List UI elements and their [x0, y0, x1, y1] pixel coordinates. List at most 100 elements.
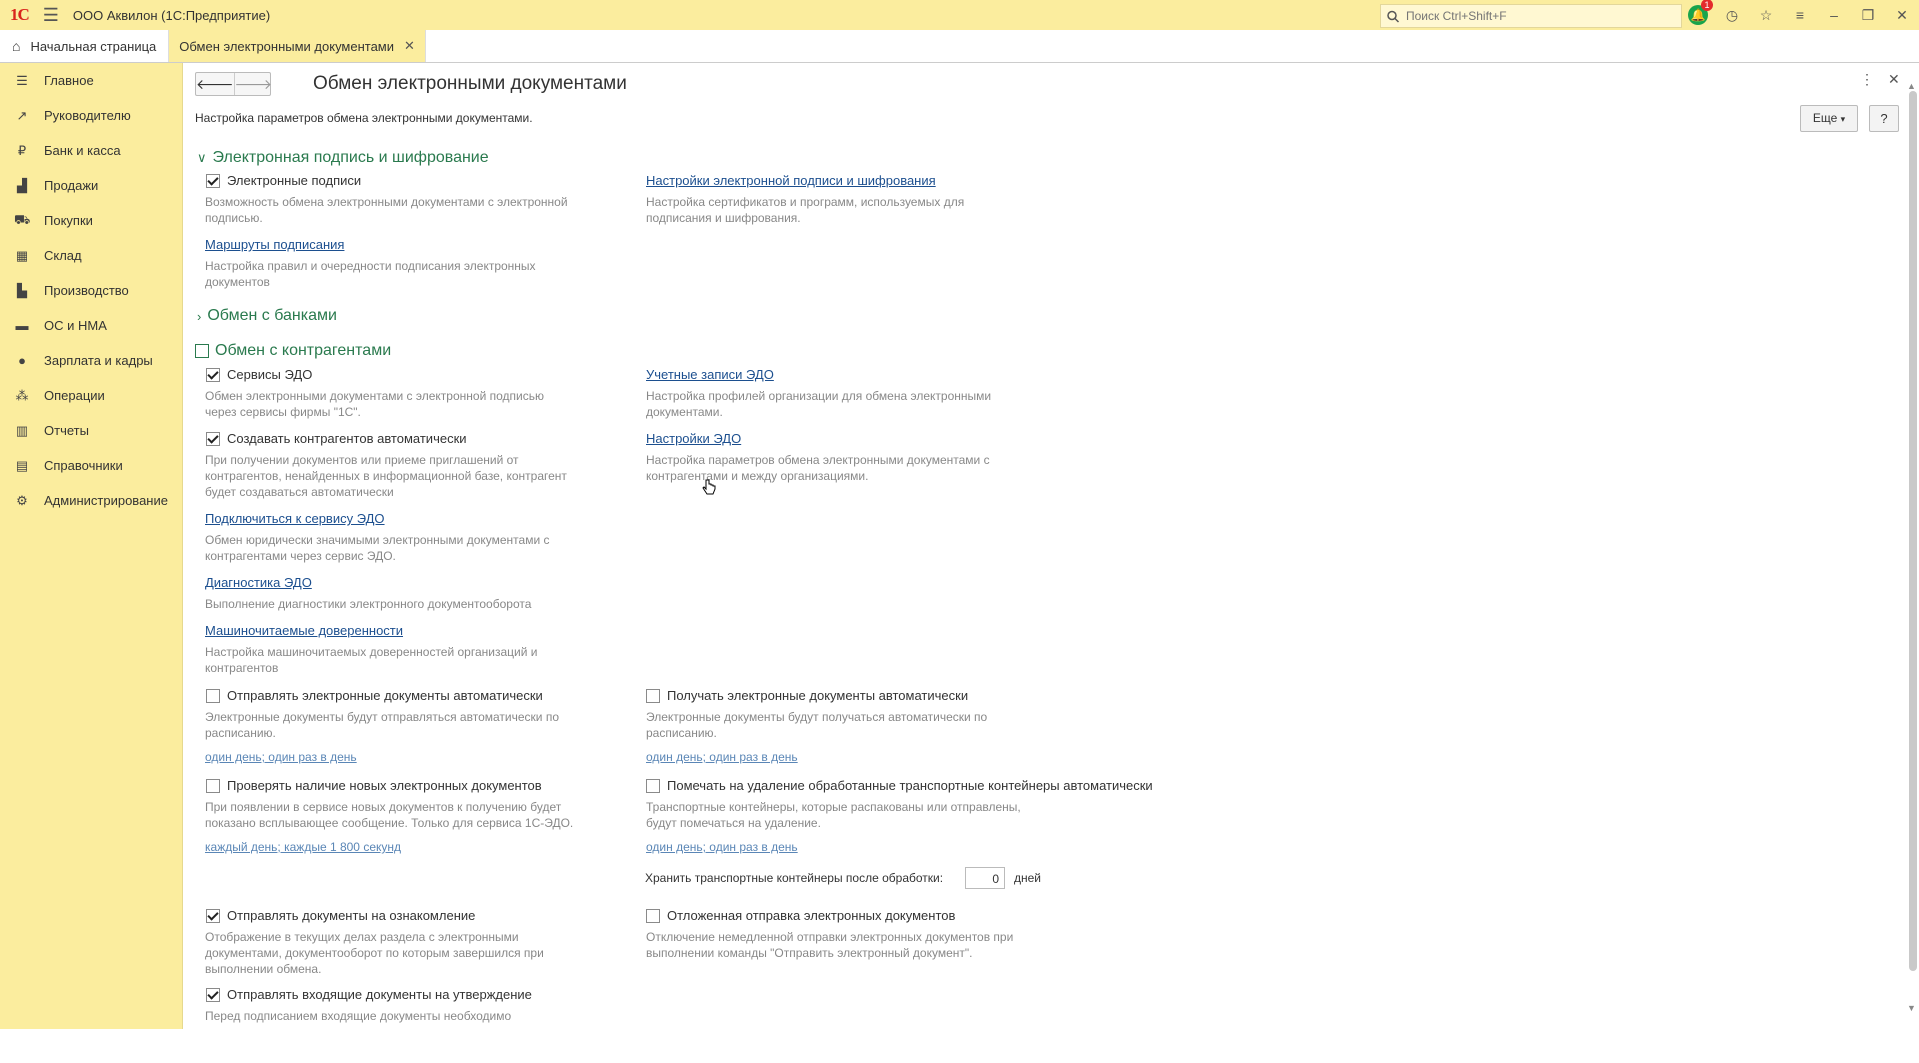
checkbox-receive-auto[interactable]: Получать электронные документы автоматич… — [646, 688, 968, 703]
checkbox-send-review[interactable]: Отправлять документы на ознакомление — [206, 908, 475, 923]
checkbox-edo-services[interactable]: Сервисы ЭДО — [206, 367, 312, 382]
checkbox-mark-delete[interactable]: Помечать на удаление обработанные трансп… — [646, 778, 1153, 793]
favorites-icon[interactable]: ☆ — [1749, 7, 1783, 24]
sidebar-item-manager[interactable]: ↗ Руководителю — [0, 98, 182, 133]
link-mark-delete-schedule[interactable]: один день; один раз в день — [646, 840, 798, 854]
checkbox-create-counterparties[interactable]: Создавать контрагентов автоматически — [206, 431, 467, 446]
chevron-right-icon: › — [197, 308, 202, 324]
checkbox-send-approval[interactable]: Отправлять входящие документы на утвержд… — [206, 987, 532, 1002]
sidebar-item-production[interactable]: ▙ Производство — [0, 273, 182, 308]
sidebar-item-bank[interactable]: ₽ Банк и касса — [0, 133, 182, 168]
forward-arrow-icon[interactable]: 🡒 — [233, 73, 272, 95]
book-icon: ▤ — [15, 457, 29, 473]
close-form-icon[interactable]: ✕ — [1888, 71, 1900, 88]
checkbox-box[interactable] — [206, 367, 220, 382]
hint-line: будут помечаться на удаление. — [646, 816, 821, 830]
tab-home[interactable]: ⌂ Начальная страница — [0, 30, 170, 62]
sidebar-item-main[interactable]: ☰ Главное — [0, 63, 182, 98]
checkbox-box[interactable] — [206, 431, 220, 446]
sidebar-item-assets[interactable]: ▬ ОС и НМА — [0, 308, 182, 343]
checkbox-label: Сервисы ЭДО — [227, 367, 313, 382]
notifications-button[interactable]: 🔔 1 — [1681, 0, 1715, 25]
sidebar-item-label: Производство — [44, 283, 129, 298]
checkbox-box[interactable] — [206, 778, 220, 793]
keep-days-input[interactable]: 0 — [965, 867, 1005, 889]
checkbox-box[interactable] — [206, 173, 220, 188]
restore-icon[interactable]: ❐ — [1851, 7, 1885, 24]
sidebar-item-reports[interactable]: ▥ Отчеты — [0, 413, 182, 448]
section-counterparties-title: Обмен с контрагентами — [215, 342, 392, 359]
tab-home-label: Начальная страница — [30, 38, 157, 54]
link-signing-routes[interactable]: Маршруты подписания — [205, 237, 344, 252]
checkbox-electronic-signatures[interactable]: Электронные подписи — [206, 173, 361, 188]
minimize-icon[interactable]: – — [1817, 7, 1851, 23]
hint-signing-routes: Настройка правил и очередности подписани… — [205, 258, 536, 290]
settings-menu-icon[interactable]: ≡ — [1783, 7, 1817, 23]
hint-line: контрагентов — [205, 661, 279, 675]
checkbox-box[interactable] — [646, 908, 660, 923]
history-icon[interactable]: ◷ — [1715, 7, 1749, 24]
hint-line: документов — [205, 275, 270, 289]
section-signature-title: Электронная подпись и шифрование — [212, 149, 489, 166]
checkbox-box[interactable] — [646, 778, 660, 793]
checkbox-box[interactable] — [206, 908, 220, 923]
vertical-scrollbar[interactable] — [1909, 91, 1917, 971]
kebab-menu-icon[interactable]: ⋮ — [1860, 71, 1874, 88]
search-box[interactable] — [1380, 4, 1682, 28]
tab-edo-exchange[interactable]: Обмен электронными документами ✕ — [169, 30, 426, 62]
scroll-down-arrow-icon[interactable]: ▼ — [1907, 1003, 1916, 1013]
help-button[interactable]: ? — [1869, 105, 1899, 132]
chevron-down-icon: ∨ — [197, 150, 207, 165]
section-signature-header[interactable]: ∨ Электронная подпись и шифрование — [197, 149, 489, 167]
link-edo-diagnostics[interactable]: Диагностика ЭДО — [205, 575, 312, 590]
sidebar-item-catalogs[interactable]: ▤ Справочники — [0, 448, 182, 483]
sidebar-item-operations[interactable]: ⁂ Операции — [0, 378, 182, 413]
sidebar-item-admin[interactable]: ⚙ Администрирование — [0, 483, 182, 518]
checkbox-send-auto[interactable]: Отправлять электронные документы автомат… — [206, 688, 543, 703]
menu-icon: ☰ — [16, 72, 28, 88]
page-description: Настройка параметров обмена электронными… — [195, 111, 533, 125]
link-connect-edo[interactable]: Подключиться к сервису ЭДО — [205, 511, 385, 526]
sidebar-item-label: Банк и касса — [44, 143, 121, 158]
checkbox-box[interactable] — [646, 688, 660, 703]
checkbox-label: Получать электронные документы автоматич… — [667, 688, 969, 703]
checkbox-check-new[interactable]: Проверять наличие новых электронных доку… — [206, 778, 542, 793]
bag-icon: ▟ — [17, 177, 27, 193]
link-edo-settings[interactable]: Настройки ЭДО — [646, 431, 741, 446]
sidebar-item-warehouse[interactable]: ▦ Склад — [0, 238, 182, 273]
section-banks-header[interactable]: › Обмен с банками — [197, 307, 337, 325]
search-input[interactable] — [1404, 8, 1668, 24]
section-counterparties-header[interactable]: Обмен с контрагентами — [195, 342, 391, 360]
more-button[interactable]: Еще ▾ — [1800, 105, 1858, 132]
operations-icon: ⁂ — [15, 387, 29, 403]
tab-close-icon[interactable]: ✕ — [404, 38, 415, 54]
hint-line: Настройка машиночитаемых доверенностей о… — [205, 645, 538, 659]
sidebar-item-purchases[interactable]: ⛟ Покупки — [0, 203, 182, 238]
scroll-up-arrow-icon[interactable]: ▲ — [1907, 81, 1916, 91]
link-check-new-schedule[interactable]: каждый день; каждые 1 800 секунд — [205, 840, 401, 854]
back-arrow-icon[interactable]: 🡐 — [196, 73, 234, 95]
close-window-icon[interactable]: ✕ — [1885, 7, 1919, 24]
hint-electronic-signatures: Возможность обмена электронными документ… — [205, 194, 568, 226]
sidebar-item-label: Покупки — [44, 213, 93, 228]
link-signature-settings[interactable]: Настройки электронной подписи и шифрован… — [646, 173, 936, 188]
main-menu-icon[interactable]: ☰ — [43, 5, 59, 26]
checkbox-box[interactable] — [206, 688, 220, 703]
hint-send-approval: Перед подписанием входящие документы нео… — [205, 1009, 512, 1023]
hint-send-auto: Электронные документы будут отправляться… — [205, 709, 559, 741]
open-tabs-bar: ⌂ Начальная страница Обмен электронными … — [0, 30, 1919, 63]
link-machine-readable-poa[interactable]: Машиночитаемые доверенности — [205, 623, 403, 638]
checkbox-deferred-send[interactable]: Отложенная отправка электронных документ… — [646, 908, 955, 923]
hint-connect-edo: Обмен юридически значимыми электронными … — [205, 532, 550, 564]
sidebar-item-sales[interactable]: ▟ Продажи — [0, 168, 182, 203]
link-send-schedule[interactable]: один день; один раз в день — [205, 750, 357, 764]
link-receive-schedule[interactable]: один день; один раз в день — [646, 750, 798, 764]
link-edo-accounts[interactable]: Учетные записи ЭДО — [646, 367, 774, 382]
truck-icon: ▬ — [15, 318, 29, 333]
warehouse-icon: ▦ — [15, 247, 29, 263]
checkbox-box[interactable] — [206, 987, 220, 1002]
notification-count: 1 — [1701, 0, 1713, 11]
hint-line: показано всплывающее сообщение. Только д… — [205, 816, 574, 830]
chevron-down-icon: ▾ — [1840, 114, 1846, 124]
sidebar-item-payroll[interactable]: ● Зарплата и кадры — [0, 343, 182, 378]
